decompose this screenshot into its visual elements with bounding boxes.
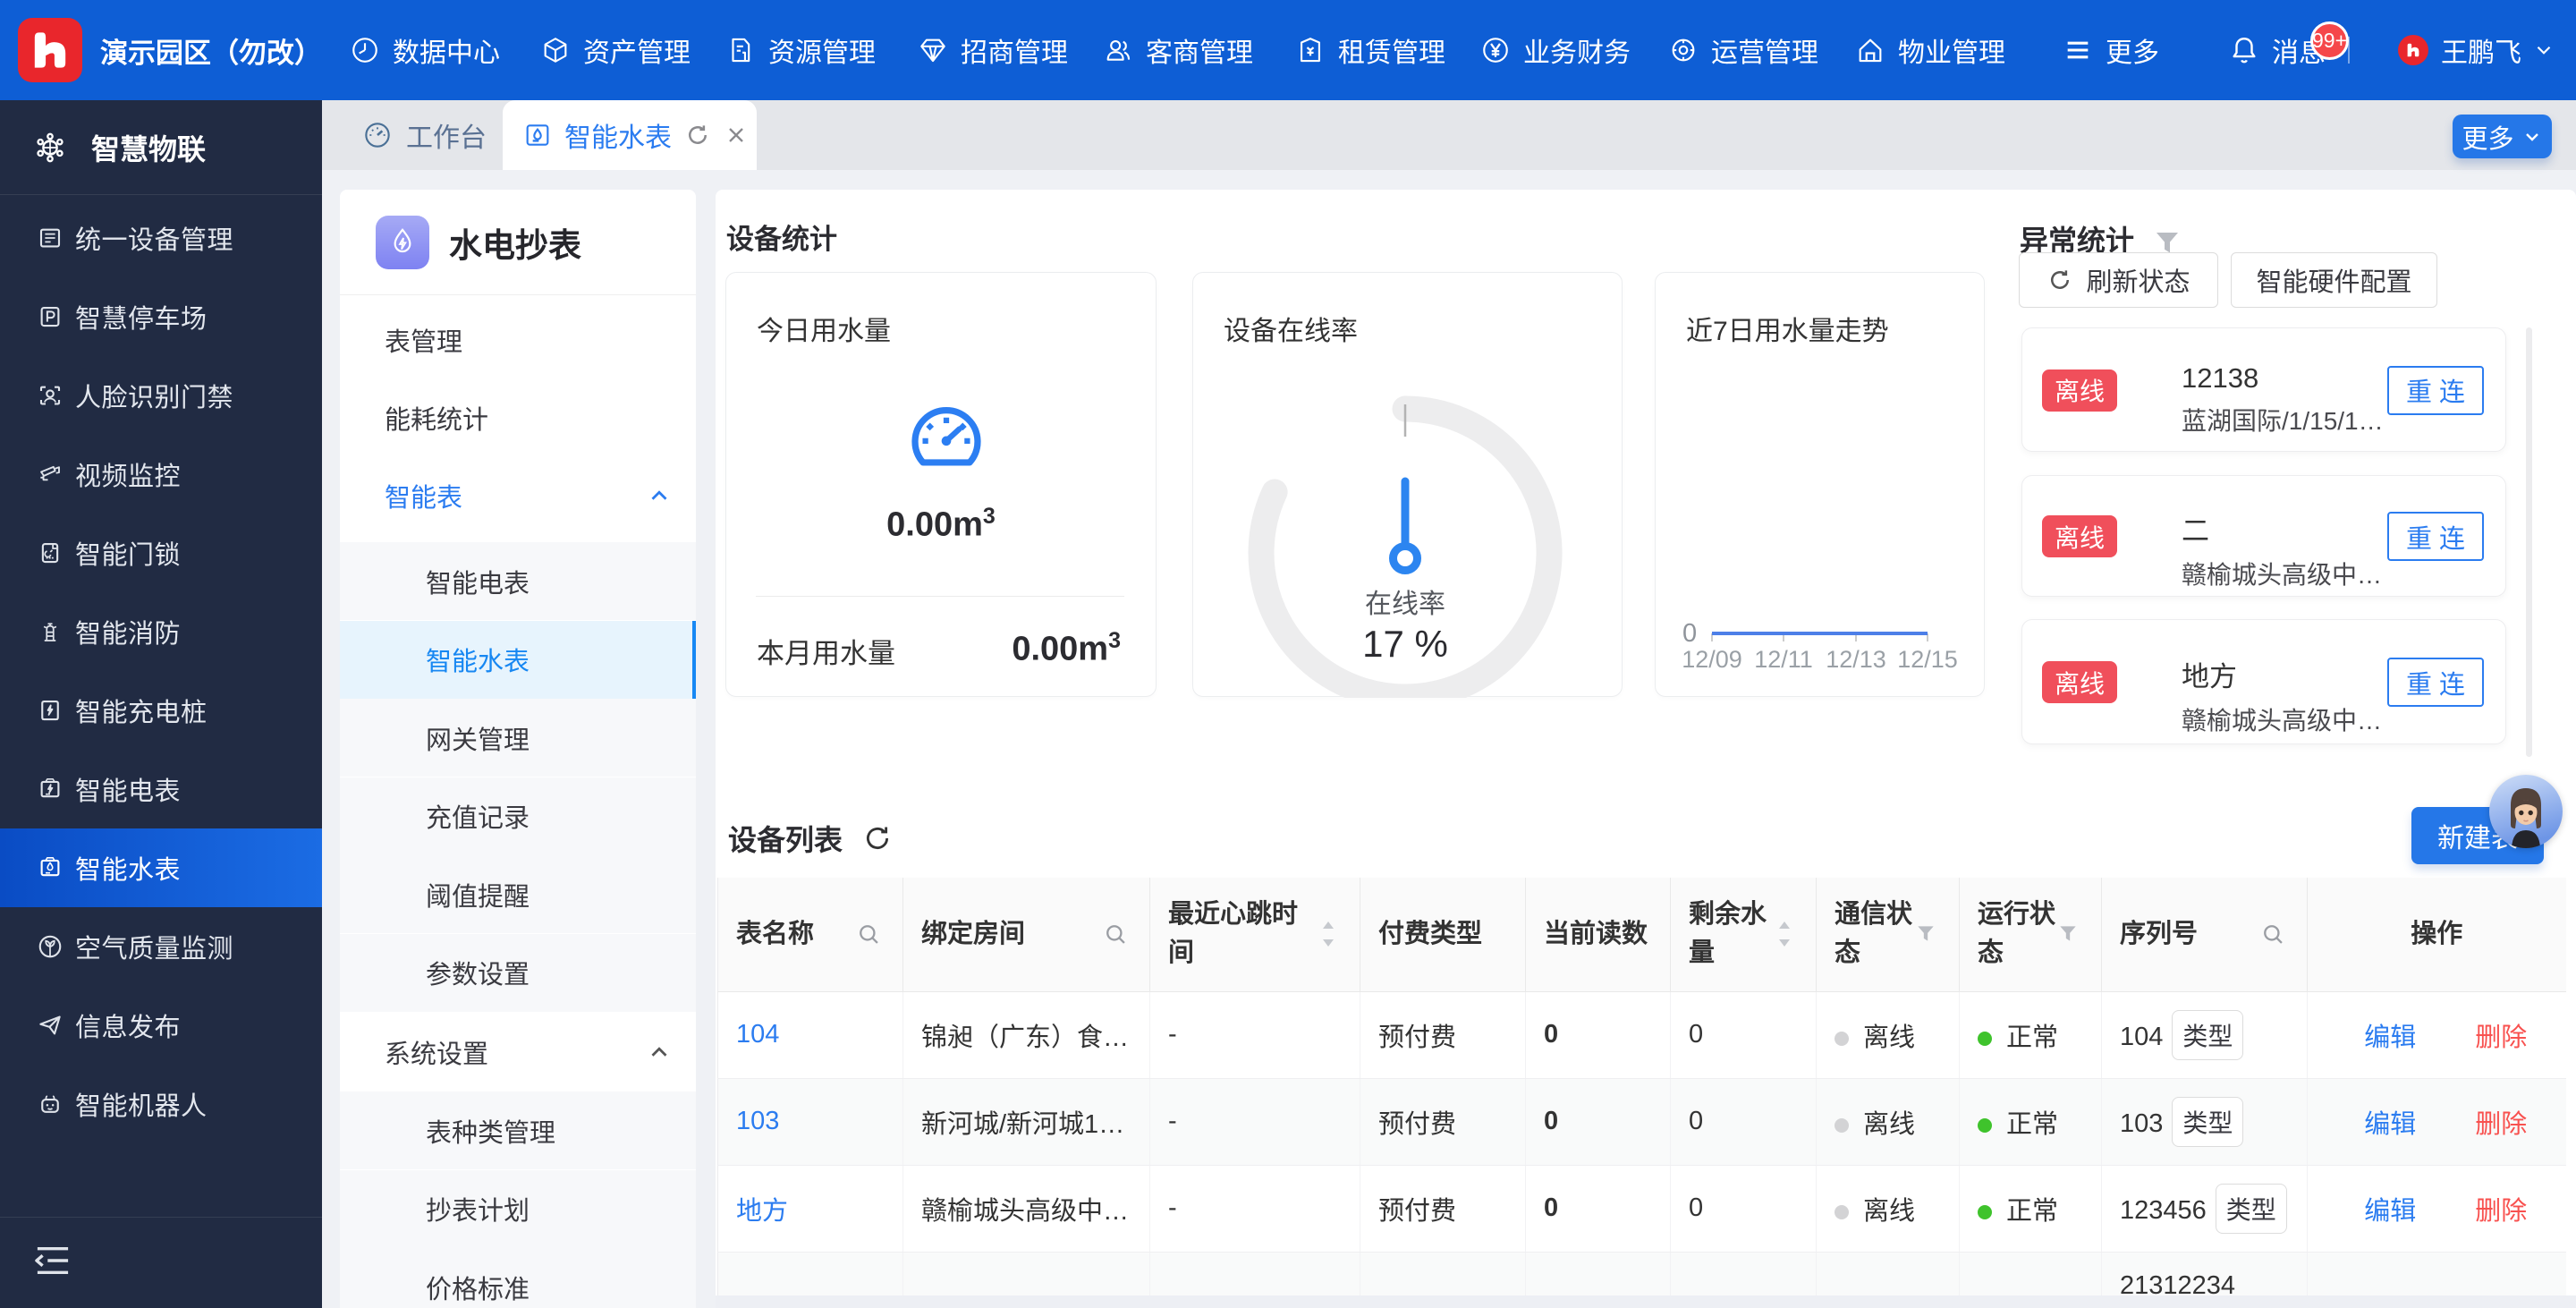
svg-text:12/13: 12/13	[1826, 646, 1886, 673]
svg-text:12/09: 12/09	[1682, 646, 1742, 673]
svg-text:12/11: 12/11	[1754, 646, 1813, 673]
svg-text:12/15: 12/15	[1897, 646, 1958, 673]
svg-text:在线率: 在线率	[1365, 590, 1445, 619]
svg-text:0: 0	[1682, 619, 1697, 648]
svg-text:17 %: 17 %	[1362, 623, 1448, 665]
